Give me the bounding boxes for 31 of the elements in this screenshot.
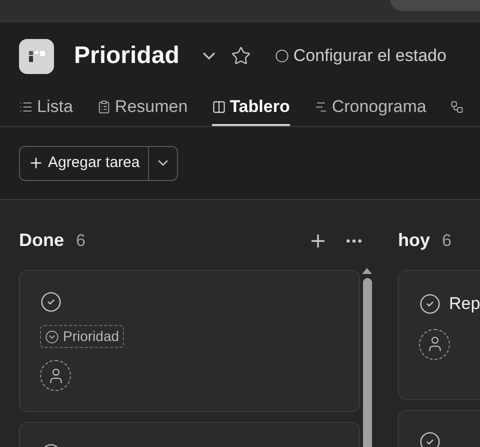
chevron-icon — [45, 330, 59, 344]
column-title: hoy — [398, 229, 430, 252]
check-icon[interactable] — [40, 291, 62, 313]
task-count: 6 — [76, 230, 86, 252]
task-title: Rep — [449, 293, 480, 315]
view-tab[interactable]: Resumen — [96, 90, 188, 126]
column-title: Done — [19, 229, 64, 252]
scroll-up-icon[interactable] — [362, 268, 372, 274]
check-icon[interactable] — [419, 431, 441, 447]
circle-icon — [275, 49, 290, 63]
project-title: Prioridad — [74, 41, 180, 71]
star-icon[interactable] — [231, 46, 252, 66]
task-count: 6 — [442, 230, 452, 252]
status-button[interactable]: Configurar el estado — [275, 43, 446, 69]
view-tab[interactable]: Tablero — [212, 90, 290, 126]
view-tab[interactable]: Cronograma — [314, 90, 426, 126]
search-field[interactable] — [390, 0, 480, 11]
workflow-icon — [450, 100, 464, 114]
plus-icon — [28, 155, 44, 171]
clipboard-icon — [96, 100, 111, 114]
board-icon — [212, 100, 226, 114]
timeline-icon — [314, 100, 328, 114]
view-tab[interactable]: Lista — [19, 90, 73, 126]
assignee-avatar[interactable] — [419, 328, 450, 360]
project-icon — [19, 38, 54, 74]
assignee-avatar[interactable] — [40, 360, 71, 391]
task-card[interactable]: Prioridad — [19, 270, 360, 412]
priority-tag[interactable]: Prioridad — [40, 325, 124, 348]
add-task-button[interactable]: Agregar tarea — [19, 146, 178, 180]
check-icon[interactable] — [419, 292, 441, 315]
task-card[interactable]: Rep — [398, 270, 480, 400]
